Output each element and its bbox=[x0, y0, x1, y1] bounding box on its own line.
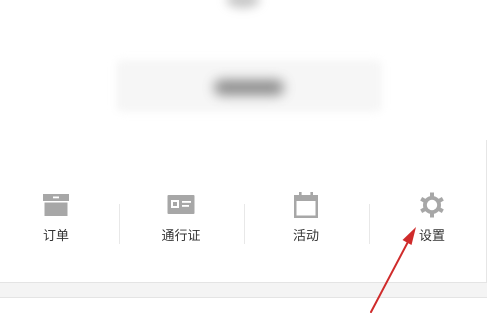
annotation-arrow-icon bbox=[370, 227, 416, 313]
